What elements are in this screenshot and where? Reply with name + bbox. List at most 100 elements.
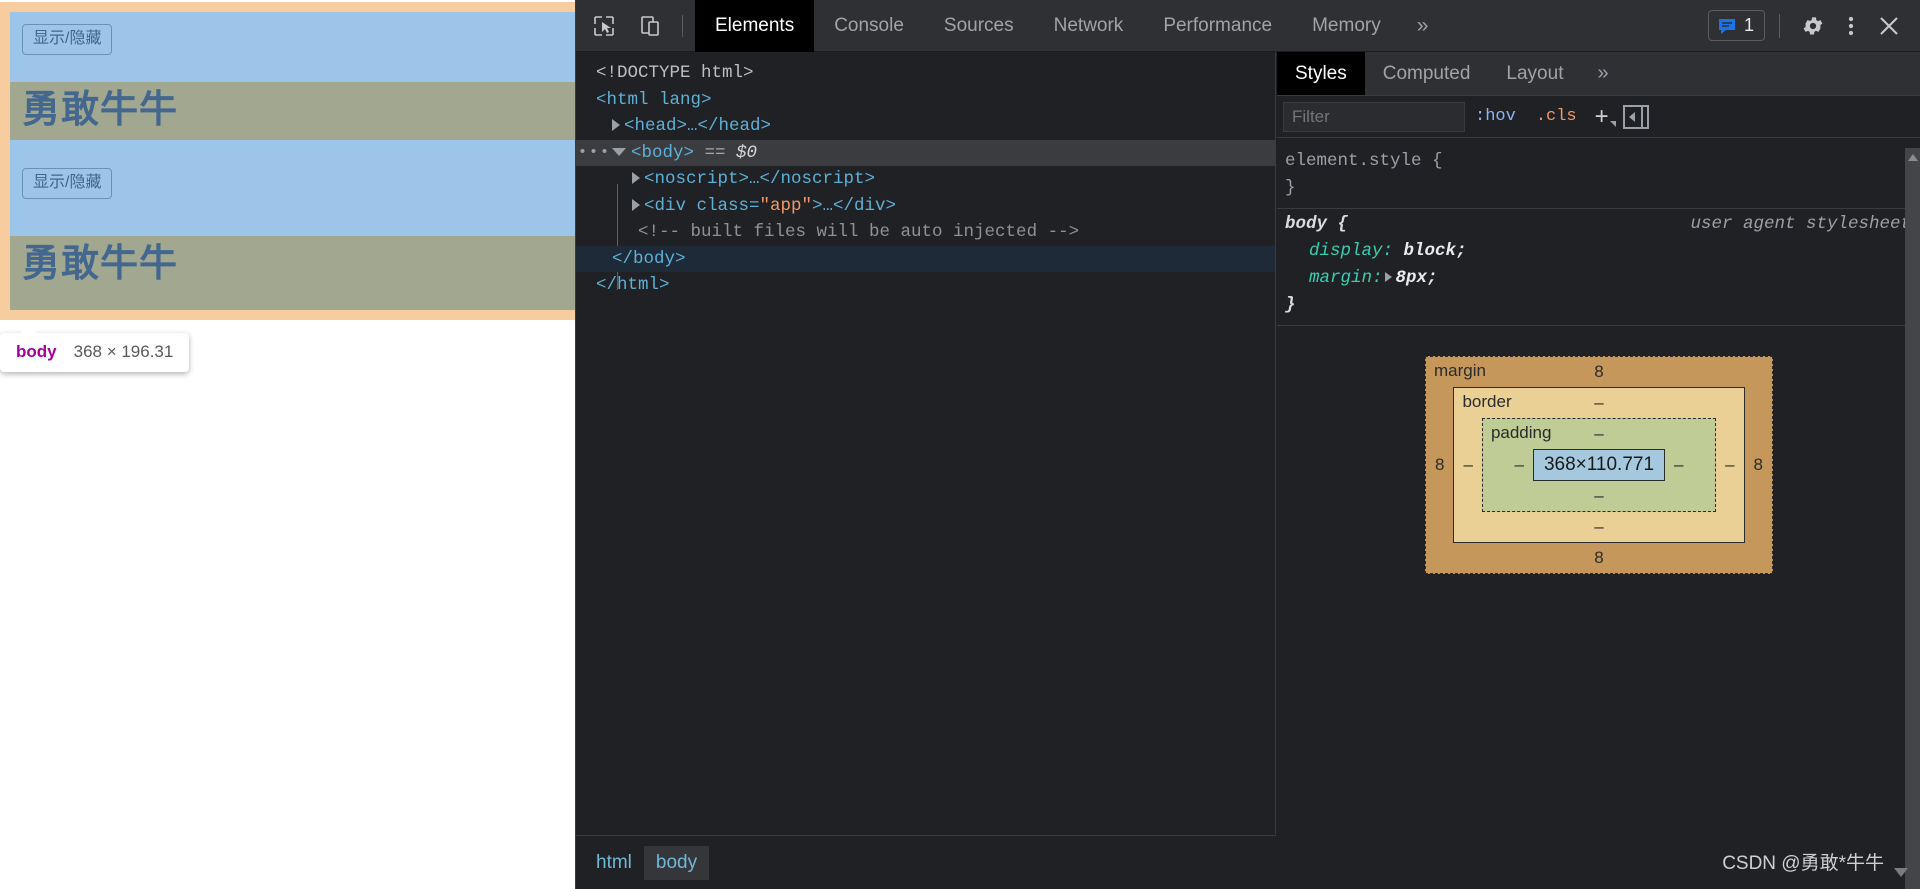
devtools-toolbar: Elements Console Sources Network Perform… <box>576 0 1920 52</box>
tooltip-dimensions: 368 × 196.31 <box>74 342 174 362</box>
heading-text-1: 勇敢牛牛 <box>10 82 575 139</box>
dom-line-head[interactable]: <head>…</head> <box>576 113 1275 140</box>
box-model-diagram: margin 8 8 border – – padding – <box>1425 356 1773 574</box>
rule-body-ua[interactable]: body { user agent stylesheet display: bl… <box>1277 209 1920 326</box>
breadcrumb-item-html[interactable]: html <box>584 846 644 880</box>
head-tag: <head>…</head> <box>624 116 771 136</box>
dom-line-noscript[interactable]: <noscript>…</noscript> <box>576 166 1275 193</box>
message-count-badge[interactable]: 1 <box>1708 10 1765 41</box>
device-toolbar-icon[interactable] <box>632 9 668 43</box>
element-style-selector[interactable]: element.style <box>1285 151 1422 171</box>
node-actions-icon[interactable]: ••• <box>578 140 611 167</box>
new-style-rule-button[interactable]: + <box>1587 103 1617 131</box>
declaration-display[interactable]: display: block; <box>1277 238 1920 265</box>
tooltip-arrow-icon <box>20 325 38 334</box>
box-model-padding-label: padding <box>1491 423 1552 443</box>
styles-filter-row: :hov .cls + <box>1277 96 1920 138</box>
toggle-sidebar-icon[interactable] <box>1623 105 1649 129</box>
dom-line-body-close[interactable]: </body> <box>576 246 1275 273</box>
styles-tab-list: Styles Computed Layout » <box>1277 52 1920 96</box>
border-right-value[interactable]: – <box>1716 455 1743 475</box>
body-open-tag: <body> <box>631 143 694 163</box>
toolbar-right-divider <box>1779 14 1780 38</box>
styles-scrollbar[interactable] <box>1905 148 1920 889</box>
watermark-text: CSDN @勇敢*牛牛 <box>1722 848 1884 875</box>
html-open-tag: <html lang> <box>596 90 712 110</box>
preview-block-heading-2: 勇敢牛牛 <box>10 236 575 310</box>
rule-origin: user agent stylesheet <box>1690 211 1920 238</box>
tab-styles[interactable]: Styles <box>1277 52 1365 95</box>
margin-left-value[interactable]: 8 <box>1426 455 1453 475</box>
gear-icon[interactable] <box>1794 9 1832 43</box>
value-margin[interactable]: 8px <box>1396 268 1428 288</box>
dom-line-comment[interactable]: <!-- built files will be auto injected -… <box>576 219 1275 246</box>
inspect-element-icon[interactable] <box>586 9 622 43</box>
more-tabs-icon[interactable]: » <box>1401 0 1445 52</box>
element-classes-button[interactable]: .cls <box>1526 107 1587 126</box>
box-model-content-size[interactable]: 368×110.771 <box>1533 449 1665 481</box>
expand-div-app-icon[interactable] <box>632 199 640 211</box>
property-display[interactable]: display <box>1309 241 1383 261</box>
styles-more-tabs-icon[interactable]: » <box>1581 52 1624 95</box>
expand-noscript-icon[interactable] <box>632 172 640 184</box>
preview-block-button-1: 显示/隐藏 <box>10 12 575 82</box>
close-icon[interactable] <box>1870 9 1908 43</box>
dom-line-div-app[interactable]: <div class="app">…</div> <box>576 193 1275 220</box>
collapse-body-icon[interactable] <box>612 148 626 156</box>
padding-bottom-value[interactable]: – <box>1483 481 1715 511</box>
css-rules-list: element.style { } body { user agent styl… <box>1277 138 1920 326</box>
value-display[interactable]: block <box>1404 241 1457 261</box>
devtools-tab-list: Elements Console Sources Network Perform… <box>695 0 1444 52</box>
dom-tree-pane[interactable]: <!DOCTYPE html> <html lang> <head>…</hea… <box>576 52 1276 834</box>
body-selector[interactable]: body <box>1285 214 1327 234</box>
page-viewport: 显示/隐藏 勇敢牛牛 显示/隐藏 勇敢牛牛 body 368 × 196.31 <box>0 0 575 889</box>
margin-right-value[interactable]: 8 <box>1745 455 1772 475</box>
tab-sources[interactable]: Sources <box>924 0 1034 52</box>
search-input[interactable] <box>1283 102 1465 132</box>
watermark-caret-icon <box>1894 868 1908 877</box>
tab-elements[interactable]: Elements <box>695 0 814 52</box>
box-model-margin[interactable]: margin 8 8 border – – padding – <box>1425 356 1773 574</box>
dollar-zero: $0 <box>736 143 757 163</box>
tab-console[interactable]: Console <box>814 0 924 52</box>
dom-line-html-close[interactable]: </html> <box>576 272 1275 299</box>
box-model-margin-label: margin <box>1434 361 1486 381</box>
border-left-value[interactable]: – <box>1454 455 1481 475</box>
rule-element-style[interactable]: element.style { } <box>1277 146 1920 209</box>
property-margin[interactable]: margin <box>1309 268 1372 288</box>
styles-pane: Styles Computed Layout » :hov .cls + ele… <box>1277 52 1920 889</box>
margin-bottom-value[interactable]: 8 <box>1426 543 1772 573</box>
toggle-button-1[interactable]: 显示/隐藏 <box>22 24 112 55</box>
div-class-value: "app" <box>760 196 813 216</box>
scrollbar-up-arrow-icon[interactable] <box>1908 154 1918 161</box>
kebab-menu-icon[interactable] <box>1832 9 1870 43</box>
expand-margin-icon[interactable] <box>1385 272 1392 282</box>
box-model-border[interactable]: border – – padding – – 368×110.771 <box>1453 387 1744 543</box>
dom-line-html-open[interactable]: <html lang> <box>576 87 1275 114</box>
tab-performance[interactable]: Performance <box>1143 0 1292 52</box>
box-model-border-label: border <box>1462 392 1511 412</box>
comment-text: <!-- built files will be auto injected -… <box>638 222 1079 242</box>
box-model-padding[interactable]: padding – – 368×110.771 – – <box>1482 418 1716 512</box>
declaration-margin[interactable]: margin:8px; <box>1277 265 1920 292</box>
tab-network[interactable]: Network <box>1034 0 1144 52</box>
padding-right-value[interactable]: – <box>1665 455 1692 475</box>
breadcrumb-item-body[interactable]: body <box>644 846 709 880</box>
dom-line-body-open[interactable]: •••<body> == == $0$0 <box>576 140 1275 167</box>
noscript-tag: <noscript>…</noscript> <box>644 169 875 189</box>
devtools-panel: Elements Console Sources Network Perform… <box>575 0 1920 889</box>
tooltip-tag-name: body <box>16 342 57 362</box>
highlight-content-overlay: 显示/隐藏 勇敢牛牛 显示/隐藏 勇敢牛牛 <box>10 12 575 310</box>
tab-layout[interactable]: Layout <box>1488 52 1581 95</box>
tab-computed[interactable]: Computed <box>1365 52 1489 95</box>
dom-line-doctype[interactable]: <!DOCTYPE html> <box>576 60 1275 87</box>
breadcrumb: html body <box>576 835 1276 889</box>
force-state-button[interactable]: :hov <box>1465 107 1526 126</box>
padding-left-value[interactable]: – <box>1505 455 1532 475</box>
tab-memory[interactable]: Memory <box>1292 0 1401 52</box>
heading-text-2: 勇敢牛牛 <box>10 236 575 293</box>
expand-head-icon[interactable] <box>612 119 620 131</box>
toggle-button-2[interactable]: 显示/隐藏 <box>22 168 112 199</box>
border-bottom-value[interactable]: – <box>1454 512 1743 542</box>
message-count: 1 <box>1744 15 1754 36</box>
